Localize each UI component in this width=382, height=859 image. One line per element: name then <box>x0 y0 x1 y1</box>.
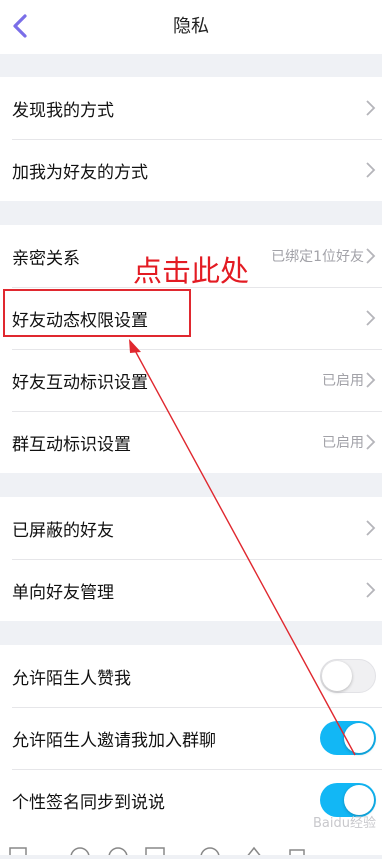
chevron-right-icon <box>366 434 376 450</box>
setting-label: 个性签名同步到说说 <box>12 792 165 813</box>
highlight-box <box>3 289 191 337</box>
chevron-right-icon <box>366 520 376 536</box>
setting-row-discovery-method[interactable]: 发现我的方式 <box>0 77 382 139</box>
toggle-knob <box>344 723 374 753</box>
setting-row-add-friend-method[interactable]: 加我为好友的方式 <box>0 139 382 201</box>
settings-group-discovery: 发现我的方式 加我为好友的方式 <box>0 77 382 201</box>
setting-label: 允许陌生人邀请我加入群聊 <box>12 730 216 751</box>
setting-label: 允许陌生人赞我 <box>12 668 131 689</box>
setting-value: 已绑定1位好友 <box>271 249 364 265</box>
annotation-label: 点击此处 <box>133 254 250 288</box>
bottom-toolbar <box>0 830 382 859</box>
setting-row-blocked-friends[interactable]: 已屏蔽的好友 <box>0 497 382 559</box>
chevron-right-icon <box>366 162 376 178</box>
setting-value: 已启用 <box>322 435 364 451</box>
setting-row-allow-stranger-group-invites: 允许陌生人邀请我加入群聊 <box>0 707 382 769</box>
page-title: 隐私 <box>173 16 209 37</box>
chevron-right-icon <box>366 248 376 264</box>
chevron-right-icon <box>366 582 376 598</box>
allow-stranger-group-invites-toggle[interactable] <box>320 721 376 755</box>
setting-row-group-interaction-badges[interactable]: 群互动标识设置 已启用 <box>0 411 382 473</box>
setting-label: 发现我的方式 <box>12 100 114 121</box>
setting-label: 群互动标识设置 <box>12 434 131 455</box>
setting-row-allow-stranger-likes: 允许陌生人赞我 <box>0 645 382 707</box>
toggle-knob <box>322 661 352 691</box>
chevron-right-icon <box>366 310 376 326</box>
setting-label: 亲密关系 <box>12 248 80 269</box>
navigation-bar: 隐私 <box>0 0 382 54</box>
settings-group-strangers: 允许陌生人赞我 允许陌生人邀请我加入群聊 个性签名同步到说说 <box>0 645 382 831</box>
setting-label: 已屏蔽的好友 <box>12 520 114 541</box>
allow-stranger-likes-toggle[interactable] <box>320 659 376 693</box>
watermark: Baidu经验 <box>313 816 376 831</box>
setting-row-one-way-friends[interactable]: 单向好友管理 <box>0 559 382 621</box>
setting-value: 已启用 <box>322 373 364 389</box>
chevron-right-icon <box>366 100 376 116</box>
settings-group-blocked: 已屏蔽的好友 单向好友管理 <box>0 497 382 621</box>
toolbar-icons <box>9 846 305 859</box>
chevron-right-icon <box>366 372 376 388</box>
setting-label: 加我为好友的方式 <box>12 162 148 183</box>
setting-label: 单向好友管理 <box>12 582 114 603</box>
toggle-knob <box>344 785 374 815</box>
setting-row-friend-interaction-badges[interactable]: 好友互动标识设置 已启用 <box>0 349 382 411</box>
setting-label: 好友互动标识设置 <box>12 372 148 393</box>
